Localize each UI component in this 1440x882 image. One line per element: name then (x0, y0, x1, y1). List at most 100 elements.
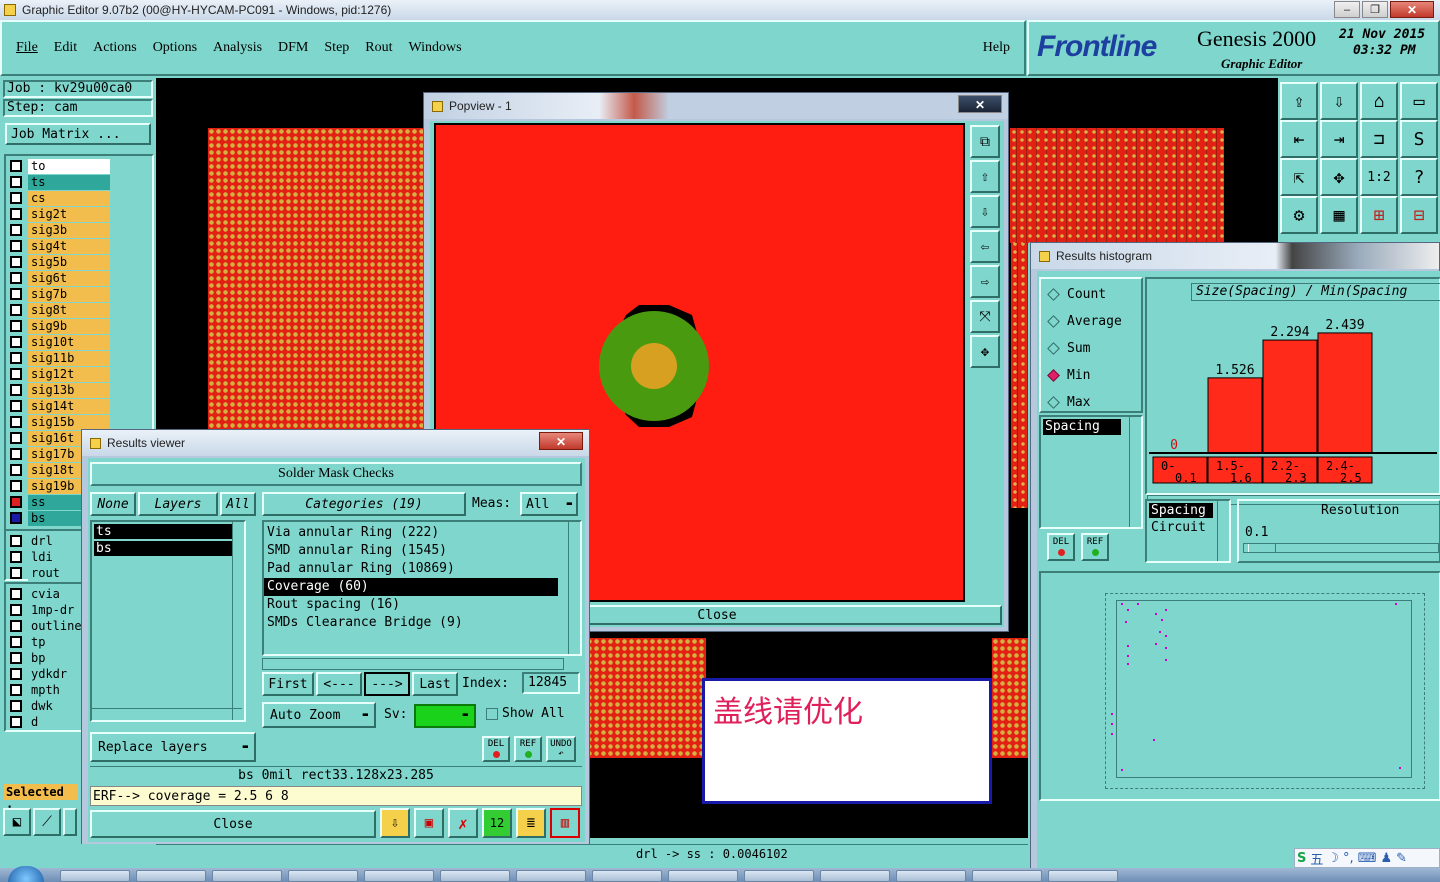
layer-checkbox[interactable] (10, 432, 22, 444)
option-count[interactable]: Count (1041, 281, 1141, 308)
option-average[interactable]: Average (1041, 308, 1141, 335)
layer-checkbox[interactable] (10, 448, 22, 460)
layer-name[interactable]: ts (28, 174, 110, 190)
histogram-bar[interactable] (1207, 377, 1263, 454)
last-button[interactable]: Last (412, 672, 458, 696)
spacing-item[interactable]: Spacing (1149, 503, 1213, 518)
layer-checkbox[interactable] (10, 224, 22, 236)
index-input[interactable]: 12845 (522, 672, 580, 694)
layer-checkbox[interactable] (10, 716, 22, 728)
histogram-del-button[interactable]: DEL (1047, 533, 1075, 561)
layer-name[interactable]: sig12t (28, 366, 110, 382)
layer-checkbox[interactable] (10, 192, 22, 204)
results-layer-ts[interactable]: ts (94, 524, 234, 539)
layer-row[interactable]: sig7b (6, 286, 152, 302)
layer-down-icon[interactable]: ⇩ (1320, 82, 1358, 120)
category-scrollbar[interactable] (568, 522, 580, 654)
layer-row[interactable]: to (6, 158, 152, 174)
layer-checkbox[interactable] (10, 535, 22, 547)
help-icon[interactable]: ? (1400, 158, 1438, 196)
taskbar-item[interactable] (288, 870, 358, 882)
layer-checkbox[interactable] (10, 652, 22, 664)
layer-checkbox[interactable] (10, 208, 22, 220)
next-button[interactable]: ---> (364, 672, 410, 696)
histogram-ref-button[interactable]: REF (1081, 533, 1109, 561)
prev-button[interactable]: <--- (316, 672, 362, 696)
redraw-icon[interactable]: S (1400, 120, 1438, 158)
popview-zoom-icon[interactable]: ⧉ (970, 125, 1000, 158)
measure-icon[interactable]: ⟋ (33, 808, 61, 836)
home-icon[interactable]: ⌂ (1360, 82, 1398, 120)
pan-left-icon[interactable]: ⇤ (1280, 120, 1318, 158)
resolution-slider[interactable] (1243, 543, 1439, 553)
sticky-note[interactable]: 盖线请优化 (702, 678, 992, 804)
menu-step[interactable]: Step (324, 40, 349, 56)
taskbar-item[interactable] (516, 870, 586, 882)
layer-row[interactable]: sig2t (6, 206, 152, 222)
layer-checkbox[interactable] (10, 160, 22, 172)
taskbar-item[interactable] (136, 870, 206, 882)
layer-row[interactable]: ts (6, 174, 152, 190)
layer-checkbox[interactable] (10, 352, 22, 364)
window-frame-icon[interactable]: ▭ (1400, 82, 1438, 120)
popview-left-icon[interactable]: ⇦ (970, 230, 1000, 263)
taskbar-item[interactable] (972, 870, 1042, 882)
layer-checkbox[interactable] (10, 400, 22, 412)
layer-row[interactable]: sig14t (6, 398, 152, 414)
layer-checkbox[interactable] (10, 567, 22, 579)
layer-row[interactable]: sig3b (6, 222, 152, 238)
zoom-fit-icon[interactable]: ⊐ (1360, 120, 1398, 158)
results-viewer-close-x[interactable]: ✕ (539, 432, 583, 450)
layer-name[interactable]: sig2t (28, 206, 110, 222)
taskbar-item[interactable] (896, 870, 966, 882)
popview-up-icon[interactable]: ⇧ (970, 160, 1000, 193)
category-item[interactable]: SMDs Clearance Bridge (9) (264, 614, 580, 632)
all-button[interactable]: All (220, 492, 256, 516)
layer-name[interactable]: cs (28, 190, 110, 206)
layer-checkbox[interactable] (10, 588, 22, 600)
layer-row[interactable]: sig11b (6, 350, 152, 366)
layer-row[interactable]: sig9b (6, 318, 152, 334)
taskbar-item[interactable] (60, 870, 130, 882)
job-matrix-button[interactable]: Job Matrix ... (5, 123, 151, 145)
layer-checkbox[interactable] (10, 464, 22, 476)
layer-name[interactable]: sig14t (28, 398, 110, 414)
layer-checkbox[interactable] (10, 384, 22, 396)
option-min[interactable]: Min (1041, 362, 1141, 389)
taskbar-item[interactable] (212, 870, 282, 882)
layer-name[interactable]: sig11b (28, 350, 110, 366)
layer-checkbox[interactable] (10, 668, 22, 680)
scale-1to2-icon[interactable]: 1:2 (1360, 158, 1398, 196)
histogram-bar[interactable] (1262, 339, 1318, 454)
layer-checkbox[interactable] (10, 480, 22, 492)
option-sum[interactable]: Sum (1041, 335, 1141, 362)
layer-name[interactable]: sig9b (28, 318, 110, 334)
layer-checkbox[interactable] (10, 240, 22, 252)
categories-button[interactable]: Categories (19) (262, 492, 466, 516)
layer-name[interactable]: sig5b (28, 254, 110, 270)
layers-button[interactable]: Layers (138, 492, 218, 516)
layer-checkbox[interactable] (10, 700, 22, 712)
resolution-slider-thumb[interactable] (1248, 544, 1276, 552)
taskbar-item[interactable] (820, 870, 890, 882)
layer-name[interactable]: sig7b (28, 286, 110, 302)
meas-dropdown[interactable]: All ▬ (520, 492, 578, 516)
layer-checkbox[interactable] (10, 256, 22, 268)
popview-center-icon[interactable]: ✥ (970, 335, 1000, 368)
layer-name[interactable]: sig4t (28, 238, 110, 254)
pad-select-icon[interactable]: ⊞ (1360, 196, 1398, 234)
histogram-bar[interactable] (1317, 332, 1373, 454)
results-layer-bs[interactable]: bs (94, 541, 234, 556)
layer-row[interactable]: sig10t (6, 334, 152, 350)
category-hscroll[interactable] (262, 658, 564, 670)
taskbar-item[interactable] (744, 870, 814, 882)
del-button[interactable]: DEL (482, 736, 510, 762)
layer-checkbox[interactable] (10, 620, 22, 632)
menu-windows[interactable]: Windows (409, 40, 462, 56)
category-item-selected[interactable]: Coverage (60) (264, 578, 558, 596)
spacing-scrollbar[interactable] (1217, 501, 1229, 561)
report-icon[interactable]: ▣ (414, 808, 444, 838)
settings-icon[interactable]: ⚙ (1280, 196, 1318, 234)
layer-checkbox[interactable] (10, 336, 22, 348)
taskbar-item[interactable] (440, 870, 510, 882)
